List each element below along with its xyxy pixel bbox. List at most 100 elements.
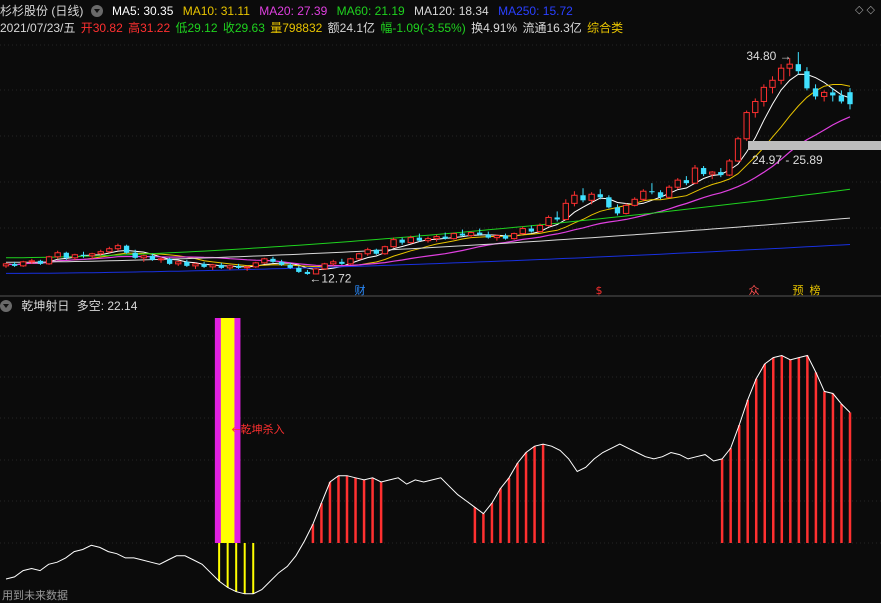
indicator-value: 多空: 22.14 [76, 299, 138, 313]
indicator-header: 乾坤射日 多空: 22.14 [0, 298, 143, 314]
candle-body [45, 256, 53, 265]
candle-body [777, 67, 785, 81]
indicator-line [5, 354, 851, 595]
candle-body [424, 238, 432, 242]
sector-label[interactable]: 综合类 [587, 21, 623, 35]
candle-body [433, 236, 440, 240]
candlestick-series [2, 52, 853, 275]
candle-body [175, 261, 182, 265]
candle-body [700, 168, 707, 175]
candle-body [830, 92, 836, 96]
candle-body [510, 233, 518, 240]
candle-body [347, 258, 354, 265]
candle-body [760, 86, 768, 102]
candle-body [37, 260, 44, 264]
candle-body [734, 138, 742, 162]
candle-body [545, 216, 552, 227]
indicator-name[interactable]: 乾坤射日 [21, 299, 69, 313]
footer-note: 用到未来数据 [2, 590, 68, 602]
date-label: 2021/07/23/五 [0, 21, 76, 35]
candle-body [11, 263, 18, 266]
indicator-dropdown-icon[interactable] [0, 300, 12, 312]
range-label: 24.97 - 25.89 [752, 153, 823, 167]
candle-body [243, 266, 251, 269]
candle-body [554, 217, 560, 220]
change-label: 幅-1.09(-3.55%) [380, 21, 466, 35]
candle-body [54, 252, 61, 258]
event-marker: 榜 [810, 283, 821, 297]
candle-body [28, 260, 36, 263]
candle-body [622, 204, 630, 214]
candle-body [390, 239, 397, 248]
candle-body [88, 253, 96, 257]
candle-body [330, 261, 337, 265]
stock-title[interactable]: 杉杉股份 (日线) [0, 4, 83, 18]
candle-body [381, 246, 389, 255]
candle-body [140, 255, 147, 259]
candle-body [270, 258, 276, 262]
candle-body [226, 265, 234, 269]
candle-body [416, 237, 423, 241]
candle-body [769, 79, 776, 88]
candle-body [709, 171, 716, 175]
candle-body [321, 263, 328, 270]
turnover-label: 换4.91% [471, 21, 518, 35]
candle-body [184, 261, 190, 266]
candle-body [493, 235, 501, 239]
candle-body [674, 179, 681, 188]
candle-body [571, 194, 578, 204]
ma20-label: MA20: 27.39 [259, 4, 328, 18]
ma5-label: MA5: 30.35 [112, 4, 174, 18]
low-price-label: ←12.72 [309, 272, 351, 286]
candle-body [477, 232, 483, 235]
ma20-line [5, 116, 851, 267]
event-marker: 众 [749, 284, 760, 297]
candle-body [820, 91, 828, 97]
candle-body [726, 160, 733, 176]
candle-body [588, 193, 595, 201]
candle-body [97, 251, 104, 255]
price-header-line-2: 2021/07/23/五 开30.82 高31.22 低29.12 收29.63… [0, 20, 629, 36]
candle-body [838, 95, 845, 102]
candle-body [614, 207, 621, 214]
candle-body [580, 195, 586, 201]
candle-body [149, 255, 156, 260]
candle-body [562, 202, 569, 220]
candle-body [71, 254, 79, 259]
volume-label: 量798832 [270, 21, 323, 35]
dropdown-icon[interactable] [90, 5, 103, 17]
candle-body [519, 228, 526, 235]
candle-body [201, 263, 207, 267]
signal-label: ←乾坤杀入 [231, 422, 284, 436]
candle-body [157, 258, 165, 261]
low-label: 低29.12 [175, 21, 218, 35]
ma250-line [6, 244, 851, 274]
candle-body [373, 249, 379, 254]
candle-body [812, 88, 819, 97]
candle-body [339, 261, 345, 264]
candle-body [296, 267, 302, 272]
candle-body [252, 262, 259, 268]
candle-body [804, 71, 810, 89]
candle-body [528, 228, 535, 232]
candle-body [63, 252, 69, 258]
candle-body [847, 92, 853, 105]
candle-body [235, 265, 242, 268]
amount-label: 额24.1亿 [327, 21, 375, 35]
candle-body [795, 64, 801, 72]
candle-body [355, 253, 363, 260]
diamond-icons[interactable]: ◇ ◇ [855, 3, 875, 16]
candle-body [80, 254, 87, 256]
candle-body [106, 248, 113, 253]
high-price-label: 34.80 → [746, 49, 791, 63]
candle-body [683, 180, 690, 184]
candle-body [218, 264, 224, 268]
open-label: 开30.82 [80, 21, 123, 35]
ma250-label: MA250: 15.72 [498, 4, 573, 18]
candle-body [166, 258, 173, 264]
candle-body [261, 258, 268, 264]
candle-body [691, 167, 699, 184]
candle-body [467, 232, 475, 237]
ma120-label: MA120: 18.34 [414, 4, 489, 18]
price-header-line-1: 杉杉股份 (日线) MA5: 30.35 MA10: 31.11 MA20: 2… [0, 3, 579, 19]
